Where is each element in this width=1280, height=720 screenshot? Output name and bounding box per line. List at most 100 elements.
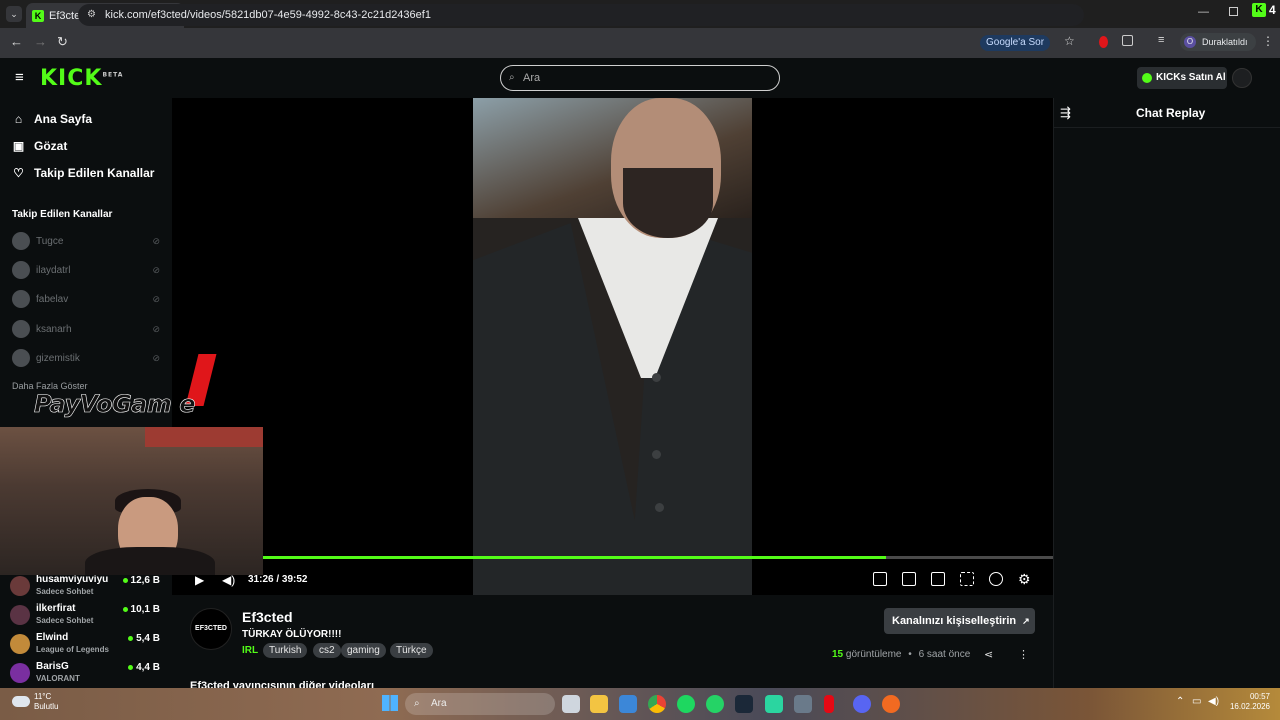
site-info-icon[interactable]: ⚙: [87, 4, 96, 26]
share-icon[interactable]: ⋖: [984, 648, 993, 661]
chrome-icon[interactable]: [648, 695, 666, 713]
recommended-channel-name: husamviyuviyu: [36, 574, 109, 585]
tray-chevron-icon[interactable]: ⌃: [1176, 696, 1184, 707]
play-icon[interactable]: ▶: [195, 573, 204, 587]
recommended-channel[interactable]: husamviyuviyu Sadece Sohbet 12,6 B: [10, 572, 160, 598]
home-icon: ⌂: [14, 111, 23, 126]
volume-icon[interactable]: ◀): [222, 573, 235, 587]
discord-icon[interactable]: [853, 695, 871, 713]
live-dot-icon: [122, 606, 128, 612]
channel-name[interactable]: Ef3cted: [242, 609, 293, 625]
followed-channel[interactable]: ksanarh ⊘: [12, 319, 160, 339]
corner-badge: 4: [1269, 3, 1276, 17]
tab-list-button[interactable]: ⌄: [6, 6, 22, 22]
task-view-icon[interactable]: [562, 695, 580, 713]
url-field[interactable]: ⚙ kick.com/ef3cted/videos/5821db07-4e59-…: [78, 4, 1084, 26]
sidebar-item-home[interactable]: ⌂ Ana Sayfa: [12, 112, 92, 126]
taskbar-clock[interactable]: 00:57 16.02.2026: [1228, 692, 1270, 712]
volume-tray-icon[interactable]: ◀): [1208, 696, 1219, 707]
theater-mode-icon[interactable]: [931, 572, 945, 586]
windows-start-icon[interactable]: [382, 695, 398, 711]
followed-channel[interactable]: ilaydatrl ⊘: [12, 260, 160, 280]
tag[interactable]: cs2: [313, 643, 341, 658]
recommended-channel[interactable]: ilkerfirat Sadece Sohbet 10,1 B: [10, 601, 160, 627]
external-link-icon: ↗: [1022, 616, 1030, 626]
followed-channel-name: ksanarh: [36, 323, 72, 335]
followed-channel[interactable]: fabelav ⊘: [12, 289, 160, 309]
tag[interactable]: gaming: [341, 643, 386, 658]
heart-icon: ♡: [13, 165, 24, 180]
tag[interactable]: Turkish: [263, 643, 308, 658]
customize-channel-button[interactable]: Kanalınızı kişiselleştirin ↗: [884, 608, 1035, 634]
sidebar-item-following[interactable]: ♡ Takip Edilen Kanallar: [12, 166, 154, 180]
file-explorer-icon[interactable]: [590, 695, 608, 713]
spotify-icon[interactable]: [677, 695, 695, 713]
extensions-icon[interactable]: [1122, 35, 1133, 46]
netflix-icon[interactable]: [824, 695, 834, 713]
user-avatar[interactable]: [1232, 68, 1252, 88]
cardigan-button: [655, 503, 664, 512]
chat-panel: [1053, 98, 1280, 688]
time-ago: 6 saat önce: [918, 649, 971, 660]
video-stats: 15 görüntüleme • 6 saat önce: [832, 649, 970, 660]
whatsapp-icon[interactable]: [706, 695, 724, 713]
followed-section-title: Takip Edilen Kanallar: [12, 209, 113, 220]
kicks-buy-label: KICKs Satın Al: [1156, 72, 1226, 83]
miniplayer-icon[interactable]: [873, 572, 887, 586]
speed-icon[interactable]: [989, 572, 1003, 586]
taskbar-search[interactable]: ⌕ Ara: [405, 693, 555, 715]
collapse-chat-icon[interactable]: ⇶: [1060, 105, 1071, 121]
viewer-count-value: 12,6 B: [130, 575, 160, 586]
search-input[interactable]: ⌕ Ara: [500, 65, 780, 91]
followed-channel[interactable]: Tugce ⊘: [12, 231, 160, 251]
sidebar-item-browse[interactable]: ▣ Gözat: [12, 139, 68, 153]
progress-bar[interactable]: [263, 556, 1053, 559]
clock-date: 16.02.2026: [1229, 702, 1270, 711]
category-link[interactable]: IRL: [242, 645, 258, 656]
video-title: TÜRKAY ÖLÜYOR!!!!: [242, 629, 342, 640]
more-options-icon[interactable]: ⋮: [1018, 648, 1029, 661]
google-sor-button[interactable]: Google'a Sor: [980, 35, 1051, 51]
clock-time: 00:57: [1249, 692, 1270, 701]
kick-extension-icon[interactable]: K: [1252, 3, 1266, 17]
recommended-channel[interactable]: Elwind League of Legends 5,4 B: [10, 630, 160, 656]
opera-extension-icon[interactable]: [1099, 36, 1108, 48]
taskbar-search-label: Ara: [431, 698, 447, 709]
minimize-button[interactable]: —: [1198, 6, 1209, 18]
followed-channel-name: fabelav: [36, 293, 69, 305]
back-icon[interactable]: ←: [10, 34, 23, 49]
forward-icon[interactable]: →: [34, 34, 47, 49]
recommended-channel[interactable]: BarisG VALORANT 4,4 B: [10, 659, 160, 685]
video-frame[interactable]: [473, 98, 752, 595]
store-icon[interactable]: [619, 695, 637, 713]
sidebar-item-label: Gözat: [34, 139, 68, 153]
bookmark-star-icon[interactable]: ☆: [1064, 34, 1075, 48]
brand-logo-overlay: PayVoGam e: [6, 352, 217, 422]
hamburger-menu-icon[interactable]: ≡: [15, 70, 24, 85]
browser-menu-icon[interactable]: ⋮: [1262, 34, 1274, 48]
app-icon[interactable]: [765, 695, 783, 713]
settings-icon[interactable]: [794, 695, 812, 713]
search-icon: ⌕: [414, 698, 420, 709]
channel-avatar[interactable]: EF3CTED: [190, 608, 232, 650]
fullscreen-icon[interactable]: [960, 572, 974, 586]
viewer-count: 5,4 B: [128, 633, 160, 644]
media-control-icon[interactable]: ≡: [1158, 34, 1164, 46]
app-orange-icon[interactable]: [882, 695, 900, 713]
settings-gear-icon[interactable]: ⚙: [1018, 571, 1031, 588]
kicks-buy-button[interactable]: KICKs Satın Al: [1137, 67, 1227, 89]
network-icon[interactable]: ▭: [1192, 696, 1201, 707]
weather-widget[interactable]: 11°C Bulutlu: [34, 692, 58, 712]
paused-profile-button[interactable]: O Duraklatıldı: [1180, 33, 1256, 51]
weather-cloud-icon[interactable]: [12, 696, 30, 707]
recommended-channel-name: ilkerfirat: [36, 603, 76, 614]
followed-channel-name: Tugce: [36, 235, 64, 247]
tag[interactable]: Türkçe: [390, 643, 433, 658]
avatar: [12, 290, 30, 308]
restore-button[interactable]: [1229, 7, 1238, 16]
steam-icon[interactable]: [735, 695, 753, 713]
kick-logo[interactable]: KICKBETA: [40, 66, 123, 91]
clip-icon[interactable]: [902, 572, 916, 586]
cardigan-button: [652, 373, 661, 382]
reload-icon[interactable]: ↻: [57, 34, 68, 50]
